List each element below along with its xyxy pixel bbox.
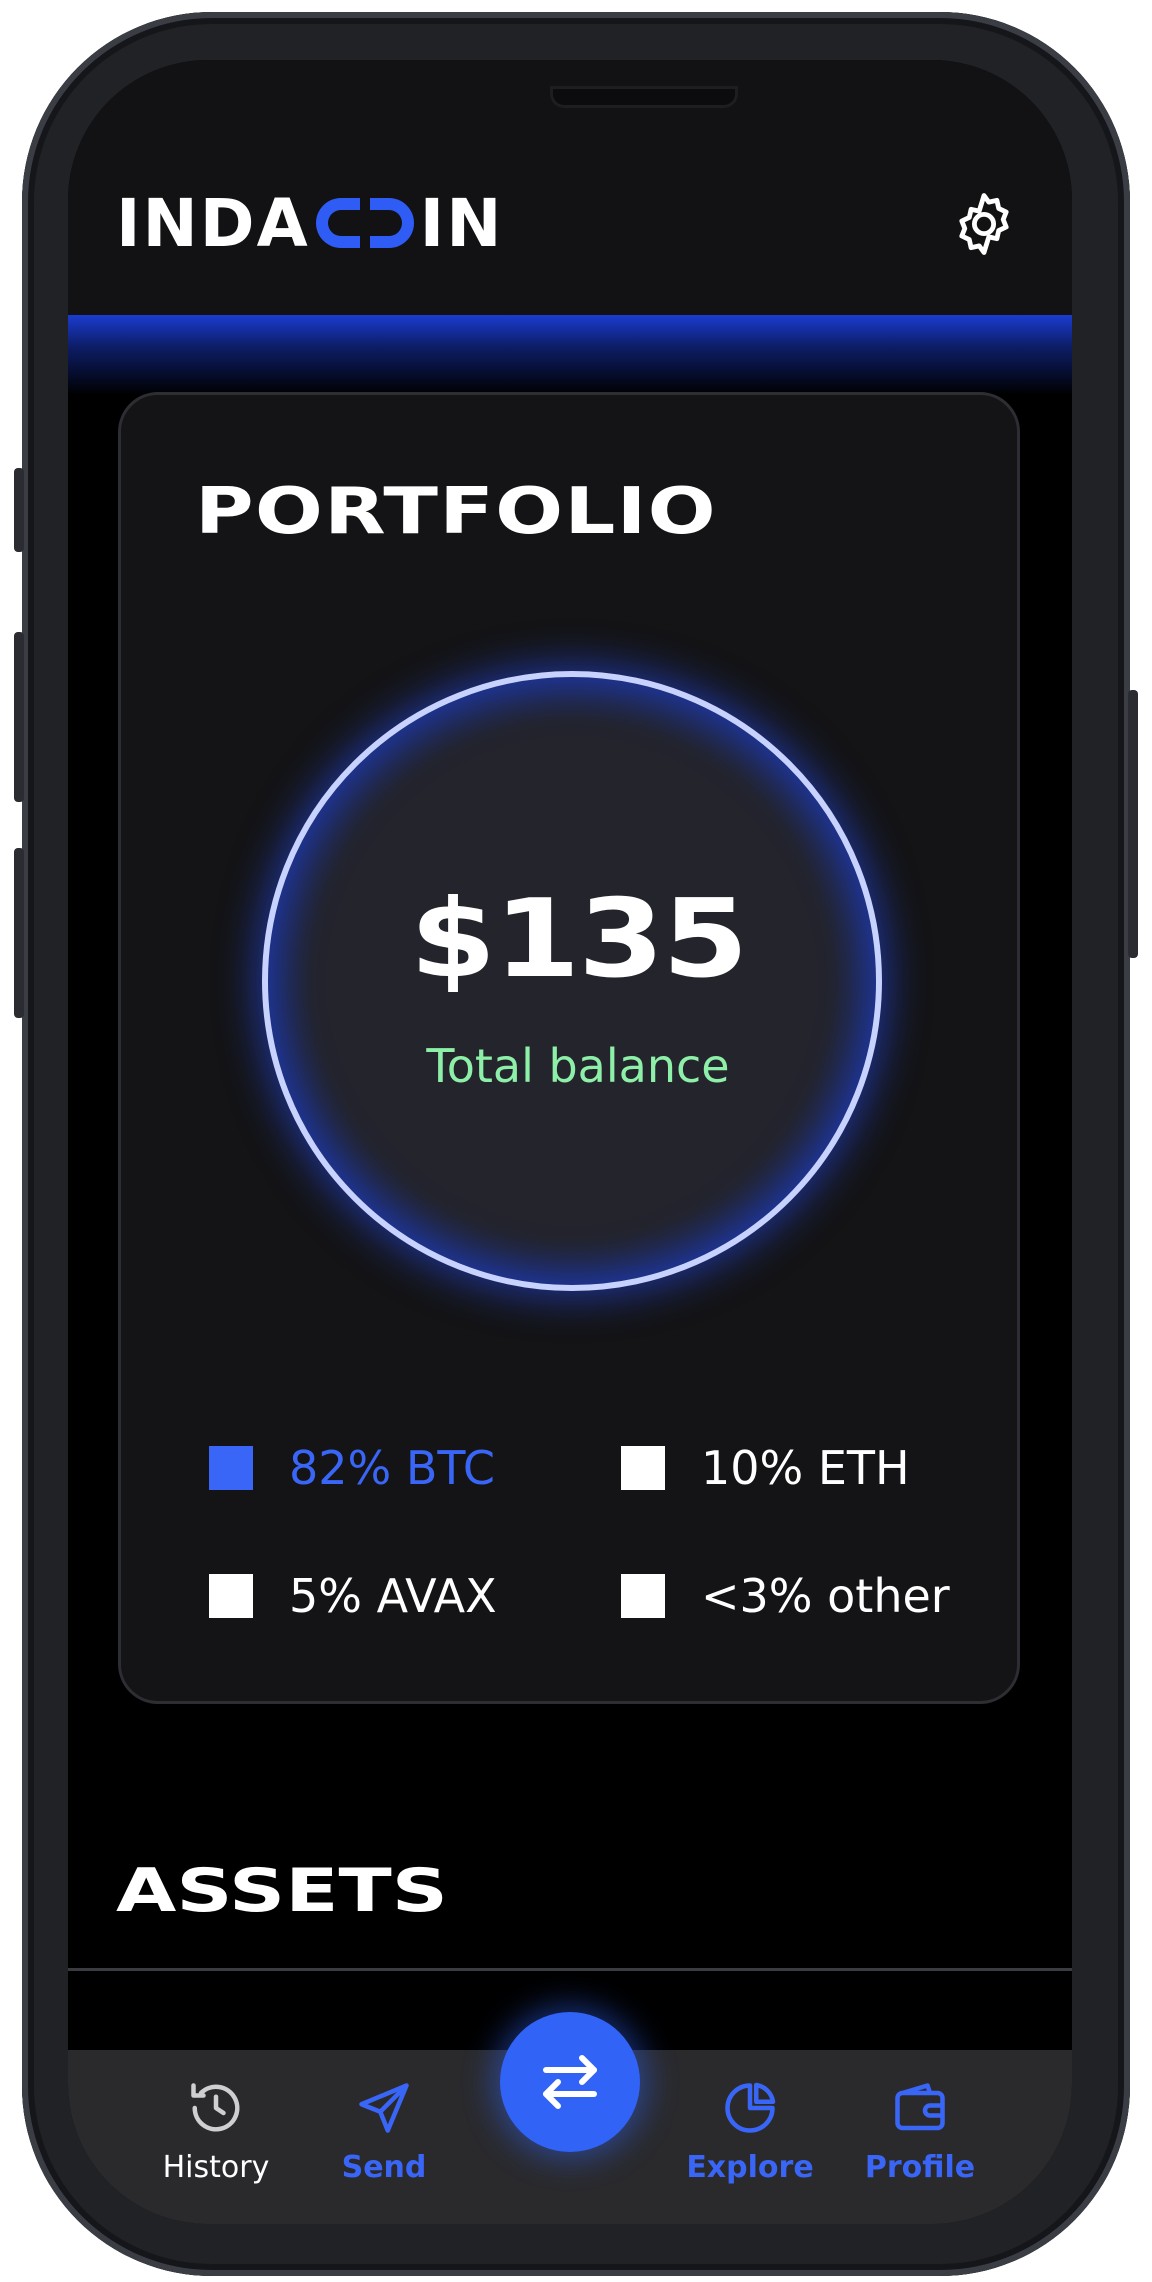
app-screen: INDA IN PORTFOLIO $135 Total balance 82%… xyxy=(68,60,1072,2224)
legend-swatch xyxy=(621,1446,665,1490)
nav-label-profile: Profile xyxy=(864,2150,976,2185)
total-balance-amount: $135 xyxy=(409,877,749,1002)
nav-label-send: Send xyxy=(341,2150,427,2185)
side-button-power xyxy=(1128,690,1138,958)
nav-label-explore: Explore xyxy=(686,2150,814,2185)
total-balance-label: Total balance xyxy=(426,1039,730,1093)
side-button-volume-down xyxy=(14,848,24,1018)
legend-item-avax: 5% AVAX xyxy=(209,1569,497,1623)
indacoin-logo[interactable]: INDA IN xyxy=(116,185,503,262)
legend-item-eth: 10% ETH xyxy=(621,1441,910,1495)
pie-chart-icon xyxy=(725,2082,776,2133)
nav-item-profile[interactable]: Profile xyxy=(840,2050,1000,2224)
swap-button[interactable] xyxy=(500,2012,640,2152)
side-button-mute xyxy=(14,468,24,552)
gear-icon[interactable] xyxy=(948,188,1020,260)
nav-item-send[interactable]: Send xyxy=(304,2050,464,2224)
assets-divider xyxy=(68,1968,1072,1971)
legend-label: 5% AVAX xyxy=(289,1569,497,1623)
nav-item-history[interactable]: History xyxy=(136,2050,296,2224)
send-icon xyxy=(359,2083,409,2133)
legend-label: 10% ETH xyxy=(701,1441,910,1495)
history-icon xyxy=(191,2083,240,2132)
legend-item-other: <3% other xyxy=(621,1569,950,1623)
header-glow xyxy=(68,315,1072,395)
portfolio-card: PORTFOLIO $135 Total balance 82% BTC 10%… xyxy=(118,392,1020,1704)
assets-title: ASSETS xyxy=(116,1856,448,1926)
side-button-volume-up xyxy=(14,632,24,802)
legend-label: 82% BTC xyxy=(289,1441,495,1495)
speaker-notch xyxy=(550,86,738,108)
logo-co-mark xyxy=(315,198,414,248)
nav-item-explore[interactable]: Explore xyxy=(670,2050,830,2224)
legend-swatch xyxy=(621,1574,665,1618)
legend-item-btc: 82% BTC xyxy=(209,1441,495,1495)
logo-text-end: IN xyxy=(419,184,504,262)
legend-label: <3% other xyxy=(701,1569,950,1623)
legend-swatch xyxy=(209,1574,253,1618)
balance-ring[interactable]: $135 Total balance xyxy=(262,671,882,1291)
nav-label-history: History xyxy=(162,2150,270,2185)
wallet-icon xyxy=(895,2083,945,2131)
portfolio-title: PORTFOLIO xyxy=(195,475,717,549)
legend-swatch xyxy=(209,1446,253,1490)
swap-icon xyxy=(543,2055,597,2109)
logo-text-start: INDA xyxy=(116,184,310,262)
